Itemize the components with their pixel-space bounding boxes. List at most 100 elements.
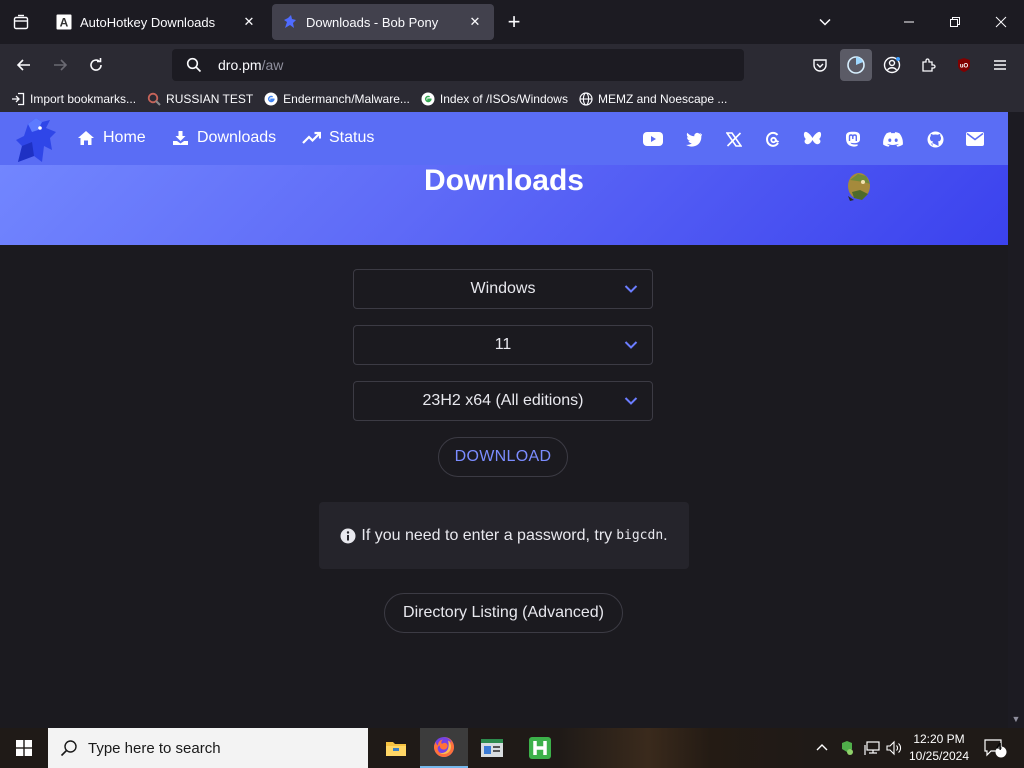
minimize-icon [904,21,914,23]
bookmark-russian-test[interactable]: RUSSIAN TEST [146,91,253,107]
close-tab-icon[interactable]: ✕ [466,13,484,31]
clock-time: 12:20 PM [913,732,965,746]
notice-code: bigcdn [616,528,664,543]
puzzle-icon [922,58,936,72]
tab-autohotkey[interactable]: A AutoHotkey Downloads ✕ [46,4,268,40]
chevron-down-icon [624,341,638,349]
bookmark-label: RUSSIAN TEST [166,92,254,106]
new-tab-button[interactable]: + [500,8,528,36]
hamburger-menu-icon [994,60,1006,70]
back-button[interactable] [8,49,40,81]
notice-period: . [663,526,668,544]
windows-taskbar: Type here to search 12:20 PM 10/25/2024 … [0,728,1024,768]
reload-button[interactable] [80,49,112,81]
firefox-taskbar-button[interactable] [420,728,468,768]
close-tab-icon[interactable]: ✕ [240,13,258,31]
tab-bob-pony[interactable]: Downloads - Bob Pony ✕ [272,4,494,40]
extensions-button[interactable] [912,49,944,81]
network-button[interactable] [861,728,883,768]
recycle-tray-icon [842,741,853,755]
threads-icon[interactable] [763,130,783,148]
tab-list-button[interactable] [0,0,42,44]
bookmark-isos-windows[interactable]: Index of /ISOs/Windows [420,91,568,107]
nav-status-label: Status [329,129,375,146]
close-window-button[interactable] [978,0,1024,44]
window-app-icon [481,739,503,757]
menu-button[interactable] [984,49,1016,81]
bookmark-label: MEMZ and Noescape ... [597,92,728,106]
notification-count: 4 [996,742,1002,753]
bookmark-label: Import bookmarks... [30,92,137,106]
os-select[interactable]: Windows [353,269,653,309]
ublock-origin-icon: uO [958,58,970,72]
nav-status-link[interactable]: Status [302,129,374,147]
youtube-icon[interactable] [643,130,663,148]
globe-icon [578,91,594,107]
url-host: dro.pm [218,57,262,73]
google-icon [263,91,279,107]
pocket-icon [813,59,827,72]
password-notice: If you need to enter a password, try big… [319,502,689,569]
tab-list-icon [13,14,29,30]
version-select[interactable]: 11 [353,325,653,365]
account-button[interactable] [876,49,908,81]
bob-pony-logo-icon[interactable] [12,116,62,164]
mastodon-icon[interactable] [843,130,863,148]
scroll-down-arrow-icon[interactable]: ▼ [1011,714,1021,724]
page-scrollbar[interactable] [1008,112,1024,728]
directory-listing-button[interactable]: Directory Listing (Advanced) [384,593,623,633]
taskbar-search-box[interactable]: Type here to search [48,728,368,768]
pony-mascot-icon [846,170,874,202]
notice-text: If you need to enter a password, try [361,526,613,544]
reload-icon [90,58,102,71]
taskbar-clock[interactable]: 12:20 PM 10/25/2024 [902,731,976,765]
mail-icon[interactable] [965,130,985,148]
network-icon [864,741,880,755]
app-window-taskbar-button[interactable] [468,728,516,768]
address-bar[interactable]: dro.pm/aw [172,49,744,81]
file-explorer-taskbar-button[interactable] [372,728,420,768]
nav-home-link[interactable]: Home [77,129,146,147]
download-button[interactable]: DOWNLOAD [438,437,568,477]
ublock-button[interactable]: uO [948,49,980,81]
build-select[interactable]: 23H2 x64 (All editions) [353,381,653,421]
account-icon [883,56,901,74]
tray-app-icon[interactable] [836,728,858,768]
web-page: Home Downloads Status Downloads Windows … [0,112,1008,728]
github-icon[interactable] [925,130,945,148]
os-select-value: Windows [470,280,536,297]
nav-downloads-link[interactable]: Downloads [172,129,276,147]
list-all-tabs-button[interactable] [802,0,848,44]
start-button[interactable] [0,728,48,768]
bookmark-memz[interactable]: MEMZ and Noescape ... [578,91,727,107]
navigation-toolbar: dro.pm/aw uO [0,44,1024,86]
twitter-icon[interactable] [684,130,704,148]
bookmark-label: Endermanch/Malware... [283,92,410,106]
taskbar-wallpaper-strip [560,728,810,768]
bookmark-endermanch[interactable]: Endermanch/Malware... [263,91,410,107]
timer-extension-button[interactable] [840,49,872,81]
show-hidden-icons-button[interactable] [812,728,832,768]
google-icon [420,91,436,107]
volume-button[interactable] [884,728,904,768]
tab-strip: A AutoHotkey Downloads ✕ Downloads - Bob… [0,0,1024,44]
bookmark-import[interactable]: Import bookmarks... [10,91,136,107]
discord-icon[interactable] [883,130,903,148]
close-icon [995,16,1007,28]
bluesky-icon[interactable] [802,130,822,148]
import-icon [10,91,26,107]
restore-button[interactable] [932,0,978,44]
x-icon[interactable] [724,130,744,148]
h-app-taskbar-button[interactable] [516,728,564,768]
notification-center-button[interactable]: 4 [980,728,1010,768]
taskbar-search-placeholder: Type here to search [88,739,221,757]
chevron-down-icon [624,285,638,293]
forward-button[interactable] [44,49,76,81]
download-icon [173,131,188,145]
nav-downloads-label: Downloads [197,129,277,146]
info-icon [340,528,356,543]
pocket-button[interactable] [804,49,836,81]
tab-title: AutoHotkey Downloads [80,14,216,30]
timer-icon [847,56,865,74]
minimize-button[interactable] [886,0,932,44]
